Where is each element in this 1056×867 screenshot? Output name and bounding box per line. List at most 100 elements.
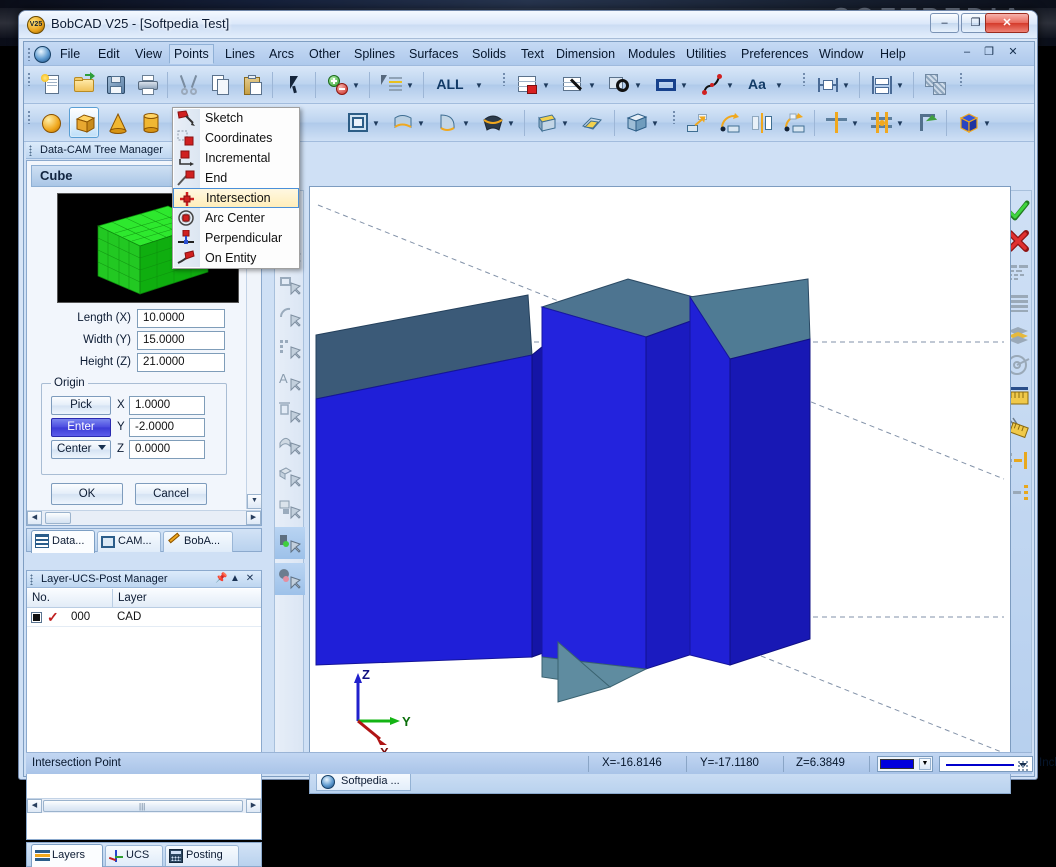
surface-offset-button[interactable] [576,107,606,138]
menu-points[interactable]: Points [169,44,214,64]
spline-entity-dropdown[interactable]: ▼ [725,81,735,91]
menu-surfaces[interactable]: Surfaces [404,45,463,63]
toolbar1-grip4[interactable] [959,72,963,86]
new-document-button[interactable] [36,69,66,100]
cad-viewport[interactable]: Z Y X [309,186,1011,768]
select-window-cursor-button[interactable] [278,273,302,297]
origin-enter-button[interactable]: Enter [51,418,111,437]
tree-manager-grip[interactable] [29,145,32,156]
select-solid-cursor-button[interactable] [278,465,302,489]
rectangle-entity-dropdown[interactable]: ▼ [679,81,689,91]
mdi-close-button[interactable]: ✕ [1006,46,1020,60]
menu-item-coordinates[interactable]: Coordinates [173,128,299,148]
scale-rotate-button[interactable] [778,107,808,138]
menu-splines[interactable]: Splines [349,45,400,63]
select-dimension-cursor-button[interactable] [278,401,302,425]
view-isometric-button[interactable] [953,107,983,138]
layer-hscroll-thumb[interactable]: ||| [43,800,243,812]
menu-text[interactable]: Text [516,45,549,63]
length-input[interactable]: 10.0000 [137,309,225,328]
cancel-button[interactable]: Cancel [135,483,207,505]
tab-data-tree[interactable]: Data... [31,530,95,553]
tab-layers[interactable]: Layers [31,844,103,867]
menu-help[interactable]: Help [875,45,911,63]
toolbar1-grip3[interactable] [802,72,806,86]
rectangle-entity-button[interactable] [650,69,680,100]
width-input[interactable]: 15.0000 [137,331,225,350]
select-surface-cursor-button[interactable] [278,433,302,457]
scroll-right-arrow-icon[interactable]: ▶ [246,799,261,813]
select-arc-cursor-button[interactable] [278,305,302,329]
collapse-icon[interactable]: ▲ [229,573,241,585]
origin-x-input[interactable]: 1.0000 [129,396,205,415]
surface-plane-button[interactable] [342,107,372,138]
tab-ucs[interactable]: UCS [105,845,163,866]
color-picker[interactable]: ▼ [877,756,933,772]
resize-grip-icon[interactable] [1017,760,1029,772]
menu-modules[interactable]: Modules [623,45,680,63]
select-arrow-button[interactable] [279,69,309,100]
solid-extrude-button[interactable] [621,107,651,138]
menu-item-end[interactable]: End [173,168,299,188]
select-layer-cursor-button[interactable] [278,497,302,521]
print-button[interactable] [132,69,162,100]
menu-item-intersection[interactable]: Intersection [173,188,299,208]
toolbar1-grip[interactable] [27,72,31,86]
window-minimize-button[interactable]: – [930,13,959,33]
menu-file[interactable]: File [55,45,85,63]
surface-ruled-button[interactable] [387,107,417,138]
cylinder-primitive-button[interactable] [135,107,165,138]
mirror-button[interactable] [746,107,776,138]
height-input[interactable]: 21.0000 [137,353,225,372]
snap-grid-button[interactable] [821,107,851,138]
spline-entity-button[interactable] [696,69,726,100]
surface-trim-dropdown[interactable]: ▼ [560,119,570,129]
menu-solids[interactable]: Solids [467,45,511,63]
bobcad-app-icon[interactable] [34,46,51,63]
view-isometric-dropdown[interactable]: ▼ [982,119,992,129]
select-points-cursor-button[interactable] [278,337,302,361]
selection-list-dropdown[interactable]: ▼ [405,81,415,91]
toolbar2-grip[interactable] [27,110,31,124]
surface-trim-button[interactable] [531,107,561,138]
menu-item-sketch[interactable]: Sketch [173,108,299,128]
chevron-down-icon[interactable]: ▼ [919,758,931,770]
menu-edit[interactable]: Edit [93,45,125,63]
text-entity-dropdown[interactable]: ▼ [774,81,784,91]
table-row[interactable]: ✓ 000 CAD [27,608,261,627]
snap-midpoint-button[interactable] [866,107,896,138]
snap-midpoint-dropdown[interactable]: ▼ [895,119,905,129]
rotate-button[interactable] [714,107,744,138]
add-remove-selection-button[interactable] [322,69,352,100]
menu-dimension[interactable]: Dimension [551,45,620,63]
menu-view[interactable]: View [130,45,167,63]
paste-button[interactable] [237,69,267,100]
layer-manager-grip[interactable] [30,574,33,585]
menu-window[interactable]: Window [814,45,868,63]
cube-primitive-button[interactable] [69,107,99,138]
layer-panel-hscrollbar[interactable]: ◀ ||| ▶ [27,798,261,813]
save-button[interactable] [100,69,130,100]
layer-color-dropdown[interactable]: ▼ [541,81,551,91]
origin-pick-button[interactable]: Pick [51,396,111,415]
surface-ruled-dropdown[interactable]: ▼ [416,119,426,129]
toolbar1-grip2[interactable] [502,72,506,86]
layer-edit-dropdown[interactable]: ▼ [587,81,597,91]
cut-button[interactable] [173,69,203,100]
surface-plane-dropdown[interactable]: ▼ [371,119,381,129]
select-all-green-cursor-button[interactable] [278,531,302,555]
menu-item-on-entity[interactable]: On Entity [173,248,299,268]
toolbar2-grip3[interactable] [672,110,676,124]
dimension-stack-button[interactable] [866,69,896,100]
layer-edit-button[interactable] [558,69,588,100]
surface-revolve-dropdown[interactable]: ▼ [461,119,471,129]
tab-cam-tree[interactable]: CAM... [97,531,161,552]
tab-posting[interactable]: Posting [165,845,239,866]
mdi-minimize-button[interactable]: – [960,46,974,60]
origin-z-input[interactable]: 0.0000 [129,440,205,459]
translate-button[interactable] [682,107,712,138]
mdi-tab-softpedia[interactable]: Softpedia ... [316,771,411,791]
scroll-left-arrow-icon[interactable]: ◀ [27,799,42,813]
close-icon[interactable]: ✕ [244,573,256,585]
open-folder-button[interactable] [68,69,98,100]
